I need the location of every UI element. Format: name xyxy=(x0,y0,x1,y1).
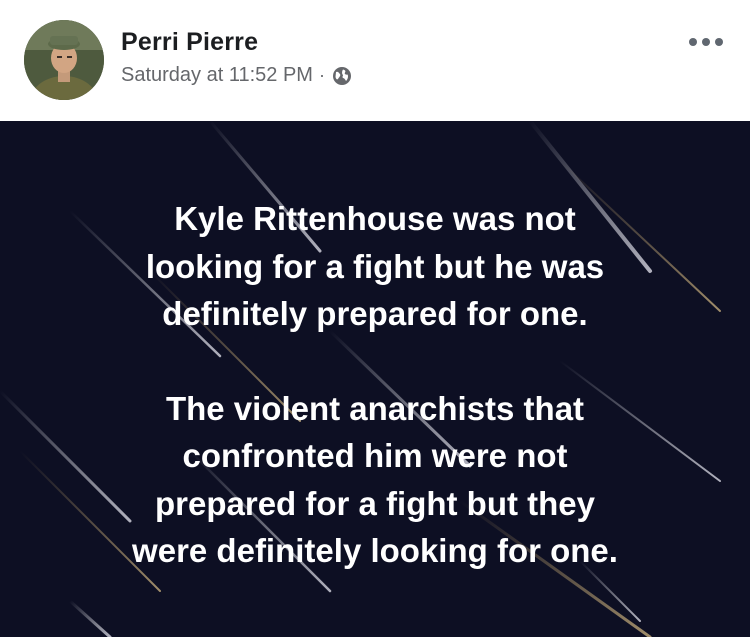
post-header: Perri Pierre Saturday at 11:52 PM · xyxy=(0,0,750,121)
post-text-line: looking for a fight but he was xyxy=(145,247,605,285)
post-text-line: prepared for a fight but they xyxy=(154,484,596,522)
post-meta: Saturday at 11:52 PM · xyxy=(121,64,352,87)
more-options-button[interactable] xyxy=(686,28,726,56)
post-text: Kyle Rittenhouse was not looking for a f… xyxy=(0,195,750,575)
post-text-line: confronted him were not xyxy=(182,437,568,474)
author-name[interactable]: Perri Pierre xyxy=(121,28,258,57)
post-text-background: Kyle Rittenhouse was not looking for a f… xyxy=(0,121,750,637)
post-text-line: Kyle Rittenhouse was not xyxy=(174,200,576,237)
globe-icon xyxy=(332,66,352,86)
avatar[interactable] xyxy=(24,20,104,100)
more-options-icon xyxy=(689,38,723,46)
post-text-line: The violent anarchists that xyxy=(165,389,585,427)
post-text-line: were definitely looking for one. xyxy=(132,532,618,569)
post-text-line: definitely prepared for one. xyxy=(162,295,588,332)
avatar-image xyxy=(24,20,104,100)
meta-separator: · xyxy=(318,65,325,85)
post-paragraph: The violent anarchists that confronted h… xyxy=(0,385,750,575)
post-timestamp[interactable]: Saturday at 11:52 PM xyxy=(121,64,313,87)
post-paragraph: Kyle Rittenhouse was not looking for a f… xyxy=(0,195,750,338)
